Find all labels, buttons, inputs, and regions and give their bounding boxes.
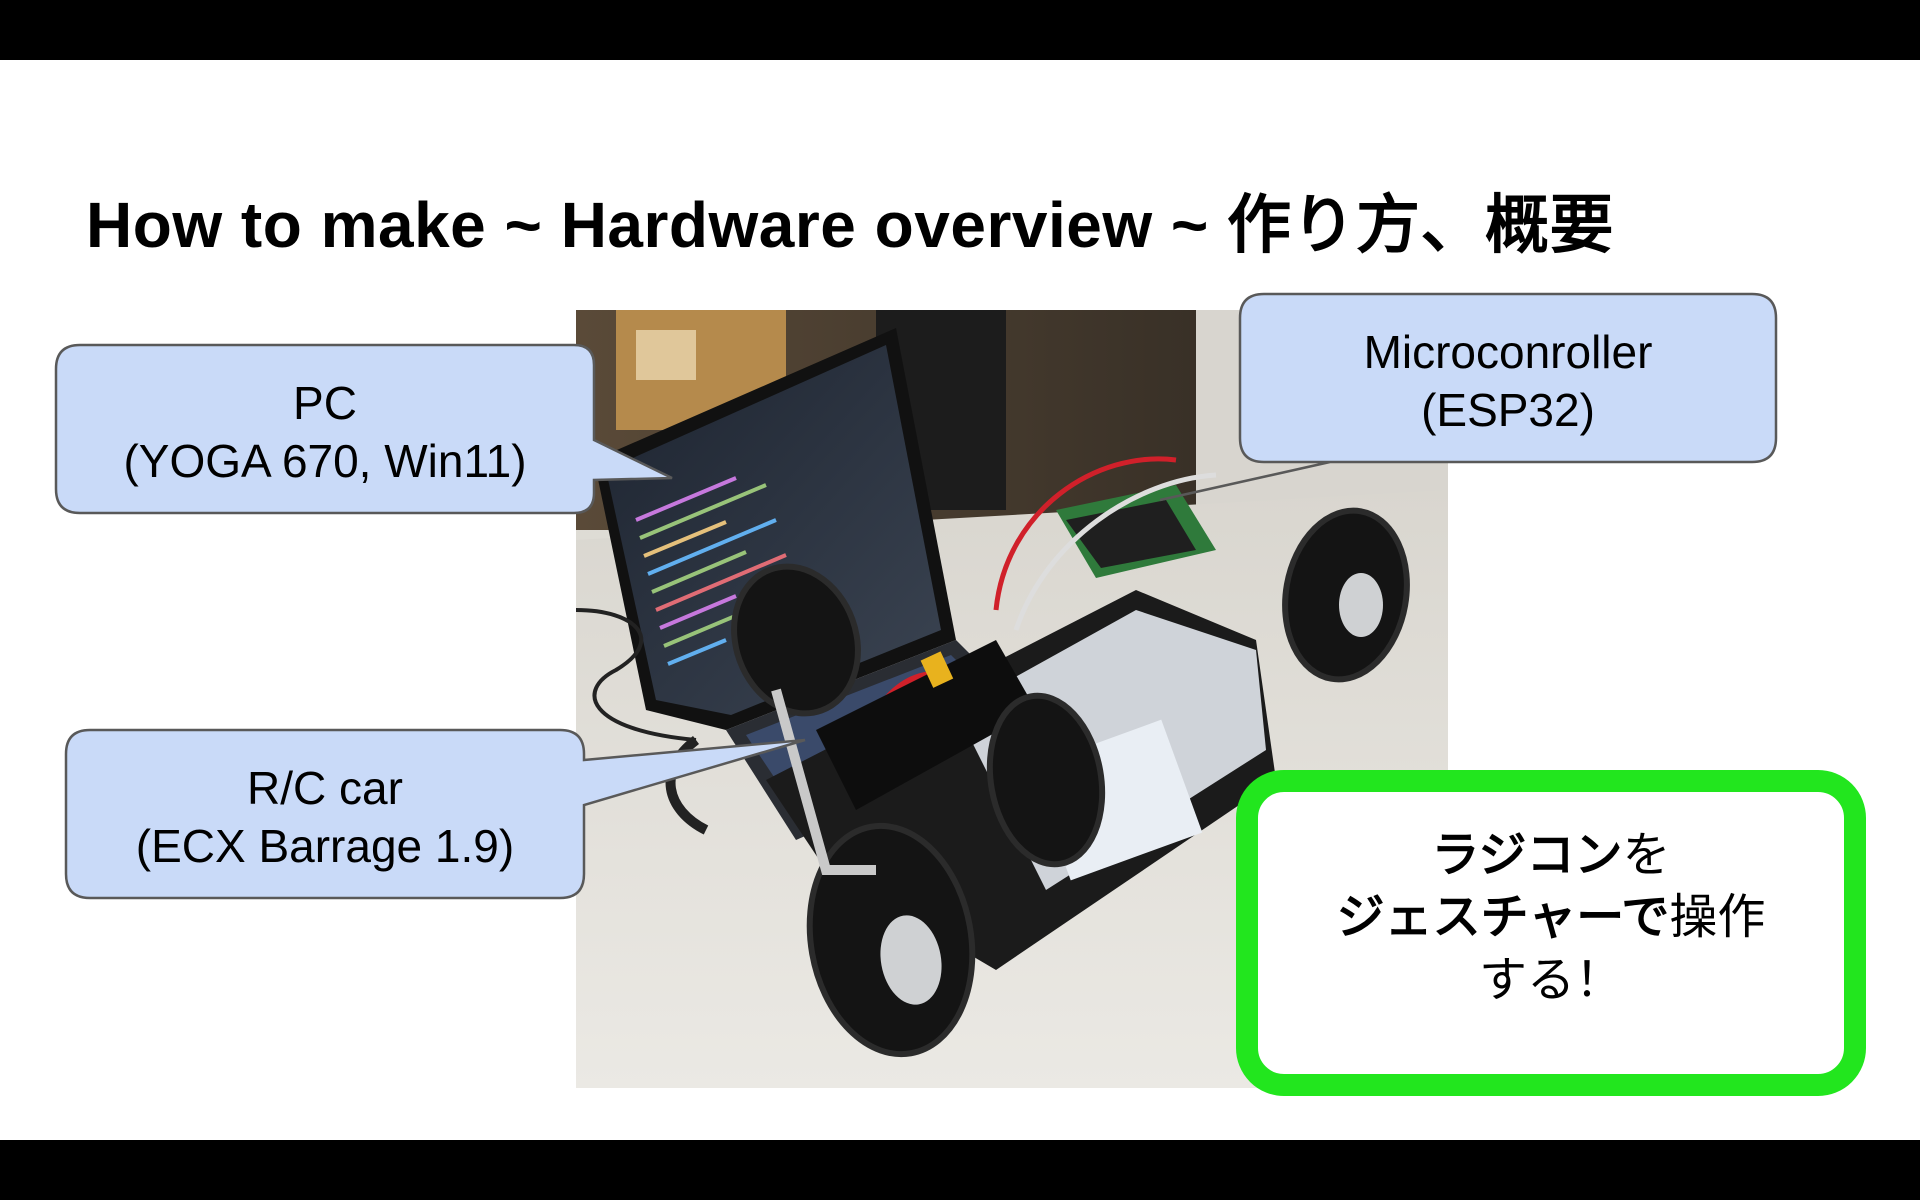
car-callout: R/C car (ECX Barrage 1.9) (66, 760, 584, 875)
car-callout-line2: (ECX Barrage 1.9) (135, 819, 515, 872)
highlight-line2-rest: 操作 (1669, 891, 1766, 945)
highlight-line1-rest: を (1622, 829, 1671, 882)
slide-title: How to make ~ Hardware overview ~ 作り方、概要 (86, 189, 1615, 261)
highlight-line2: ジェスチャーで操作 (1236, 887, 1866, 949)
pc-callout-line1: PC (293, 377, 357, 429)
pc-callout: PC (YOGA 670, Win11) (56, 375, 594, 490)
highlight-line2-bold: ジェスチャーで (1336, 891, 1670, 945)
screen: How to make ~ Hardware overview ~ 作り方、概要 (0, 0, 1920, 1200)
highlight-line1-bold: ラジコン (1431, 829, 1623, 882)
highlight-text: ラジコンを ジェスチャーで操作 する！ (1236, 825, 1866, 1012)
mcu-callout-line1: Microconroller (1363, 326, 1653, 378)
highlight-line3: する！ (1478, 953, 1623, 1007)
bottom-black-bar (0, 1140, 1920, 1200)
car-callout-line1: R/C car (247, 762, 403, 814)
mcu-callout: Microconroller (ESP32) (1240, 324, 1776, 439)
mcu-callout-line2: (ESP32) (1421, 383, 1595, 436)
slide: How to make ~ Hardware overview ~ 作り方、概要 (0, 60, 1920, 1140)
pc-callout-line2: (YOGA 670, Win11) (123, 434, 527, 487)
highlight-line1: ラジコンを (1236, 825, 1866, 887)
